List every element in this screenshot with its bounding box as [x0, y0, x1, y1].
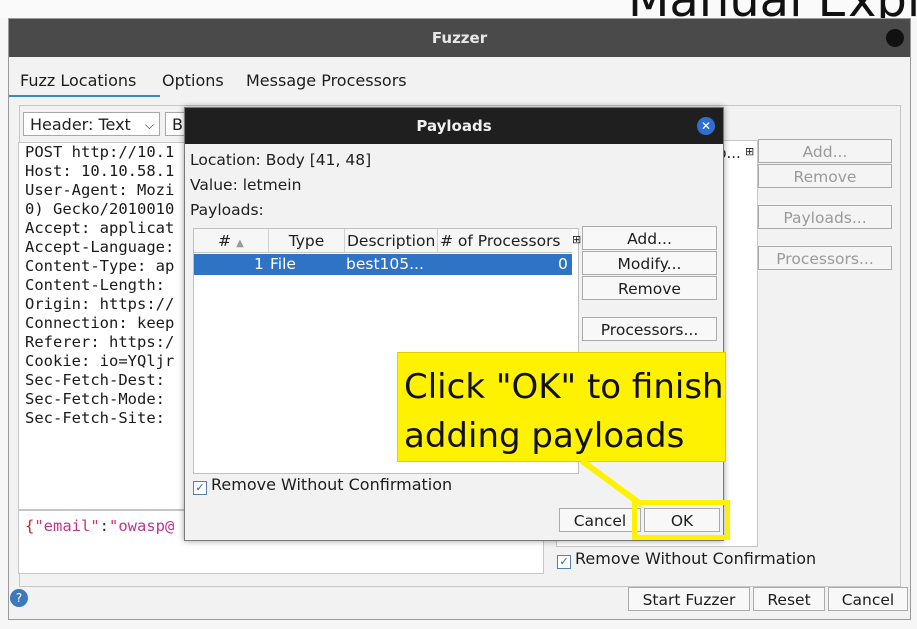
fuzzer-tabs: Fuzz Locations Options Message Processor… [9, 63, 910, 97]
payload-number: 1 [254, 255, 264, 273]
body-view-select-value: B [172, 115, 183, 134]
fuzzer-cancel-button[interactable]: Cancel [828, 587, 908, 611]
tab-options[interactable]: Options [162, 63, 224, 95]
payloads-remove-without-confirmation-label: Remove Without Confirmation [211, 475, 453, 494]
request-line: Accept: applicat [25, 219, 175, 237]
request-line: Content-Length: [25, 276, 165, 294]
ok-highlight-frame [632, 500, 730, 540]
request-line: Sec-Fetch-Dest: [25, 371, 165, 389]
request-line: User-Agent: Mozi [25, 181, 175, 199]
body-brace: { [25, 517, 35, 535]
table-row[interactable]: 1 File best105... 0 [194, 254, 572, 275]
checkbox-checked-icon[interactable]: ✓ [557, 555, 571, 569]
fuzzer-title-bar[interactable]: Fuzzer [9, 19, 910, 57]
request-line: POST http://10.1 [25, 143, 175, 161]
start-fuzzer-button[interactable]: Start Fuzzer [628, 587, 750, 611]
request-line: Referer: https:/ [25, 333, 175, 351]
sort-ascending-icon: ▲ [236, 238, 244, 249]
add-location-button[interactable]: Add... [758, 139, 892, 163]
location-label: Location: Body [41, 48] [190, 151, 372, 169]
checkbox-checked-icon[interactable]: ✓ [193, 481, 207, 495]
column-header-number-label: # [218, 232, 232, 250]
column-menu-icon[interactable]: ⊞ [745, 145, 754, 158]
callout-line-1: Click "OK" to finish [404, 367, 724, 407]
close-icon[interactable]: ✕ [697, 117, 715, 135]
location-processors-button[interactable]: Processors... [758, 246, 892, 270]
payload-processor-count: 0 [558, 255, 568, 273]
payloads-title-bar[interactable]: Payloads [185, 108, 723, 144]
request-line: Origin: https:// [25, 295, 175, 313]
payloads-label: Payloads: [190, 201, 264, 219]
help-icon[interactable]: ? [10, 589, 28, 607]
payloads-button[interactable]: Payloads... [758, 205, 892, 229]
request-line: Connection: keep [25, 314, 175, 332]
close-icon[interactable] [886, 29, 904, 47]
column-menu-icon[interactable]: ⊞ [572, 233, 581, 246]
request-line: Host: 10.10.58.1 [25, 162, 175, 180]
payload-processors-button[interactable]: Processors... [582, 317, 717, 341]
tab-fuzz-locations[interactable]: Fuzz Locations [9, 63, 160, 97]
header-view-select[interactable]: Header: Text ⌵ [23, 112, 160, 136]
request-line: Sec-Fetch-Site: [25, 409, 165, 427]
body-key: "email" [34, 517, 100, 535]
column-header-type[interactable]: Type [269, 229, 345, 253]
payload-type: File [270, 255, 296, 273]
value-label: Value: letmein [190, 176, 302, 194]
remove-location-button[interactable]: Remove [758, 164, 892, 188]
remove-payload-button[interactable]: Remove [582, 276, 717, 300]
column-header-processors[interactable]: # of Processors [438, 229, 572, 253]
request-line: Content-Type: ap [25, 257, 175, 275]
body-value: "owasp@ [109, 517, 175, 535]
request-line: Accept-Language: [25, 238, 175, 256]
column-header-number[interactable]: # ▲ [194, 229, 269, 253]
reset-button[interactable]: Reset [753, 587, 825, 611]
tab-message-processors[interactable]: Message Processors [246, 63, 407, 95]
request-line: Sec-Fetch-Mode: [25, 390, 165, 408]
fuzzer-remove-without-confirmation-label: Remove Without Confirmation [575, 549, 817, 568]
body-colon: : [99, 517, 110, 535]
payload-description: best105... [346, 255, 424, 273]
modify-payload-button[interactable]: Modify... [582, 251, 717, 275]
fuzzer-title: Fuzzer [431, 29, 488, 47]
request-header-editor[interactable]: POST http://10.1 Host: 10.10.58.1 User-A… [18, 142, 208, 510]
payloads-remove-without-confirmation[interactable]: ✓ Remove Without Confirmation [193, 475, 452, 495]
column-header-description[interactable]: Description [345, 229, 438, 253]
fuzzer-remove-without-confirmation[interactable]: ✓ Remove Without Confirmation [557, 549, 816, 569]
header-view-select-value: Header: Text [30, 115, 131, 134]
request-line: Cookie: io=YQljr [25, 352, 175, 370]
callout-line-2: adding payloads [404, 416, 685, 456]
request-line: 0) Gecko/2010010 [25, 200, 175, 218]
chevron-down-icon: ⌵ [144, 118, 154, 132]
instruction-callout: Click "OK" to finish adding payloads [397, 352, 726, 462]
add-payload-button[interactable]: Add... [582, 226, 717, 250]
payloads-title: Payloads [416, 117, 492, 135]
